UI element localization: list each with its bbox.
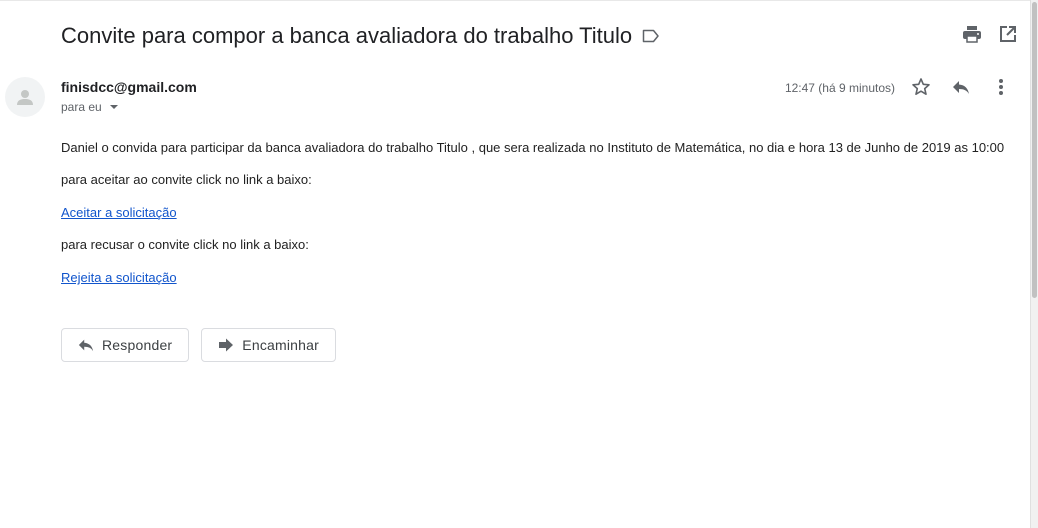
reject-link[interactable]: Rejeita a solicitação [61, 270, 177, 285]
label-icon[interactable] [642, 27, 660, 45]
more-vert-icon[interactable] [989, 77, 1013, 97]
body-invitation-text: Daniel o convida para participar da banc… [61, 140, 1005, 155]
email-body: Daniel o convida para participar da banc… [61, 138, 1021, 288]
print-icon[interactable] [962, 24, 982, 44]
reply-button[interactable]: Responder [61, 328, 190, 362]
reply-button-label: Responder [102, 337, 173, 353]
forward-button-label: Encaminhar [242, 337, 319, 353]
forward-icon [216, 335, 236, 355]
message-actions [909, 77, 1013, 97]
reply-icon [76, 335, 96, 355]
open-in-new-icon[interactable] [998, 24, 1018, 44]
thread-actions [962, 24, 1018, 44]
timestamp: 12:47 (há 9 minutos) [784, 81, 895, 95]
sender-avatar[interactable] [5, 77, 45, 117]
scrollbar-thumb[interactable] [1032, 2, 1037, 298]
accept-link[interactable]: Aceitar a solicitação [61, 205, 177, 220]
sender-email: finisdcc@gmail.com [61, 79, 197, 95]
email-subject: Convite para compor a banca avaliadora d… [61, 23, 633, 48]
body-accept-instruction: para aceitar ao convite click no link a … [61, 172, 312, 187]
body-reject-instruction: para recusar o convite click no link a b… [61, 237, 309, 252]
scrollbar[interactable] [1030, 0, 1038, 528]
reply-actions: Responder Encaminhar [61, 328, 336, 362]
top-divider [0, 0, 1031, 1]
recipient-row: para eu [61, 100, 118, 114]
email-view: Convite para compor a banca avaliadora d… [0, 0, 1038, 528]
chevron-down-icon[interactable] [109, 105, 118, 109]
subject-row: Convite para compor a banca avaliadora d… [61, 20, 660, 52]
star-icon[interactable] [909, 77, 933, 97]
recipient-label: para eu [61, 100, 102, 114]
reply-icon[interactable] [949, 77, 973, 97]
forward-button[interactable]: Encaminhar [201, 328, 336, 362]
person-icon [17, 90, 33, 105]
